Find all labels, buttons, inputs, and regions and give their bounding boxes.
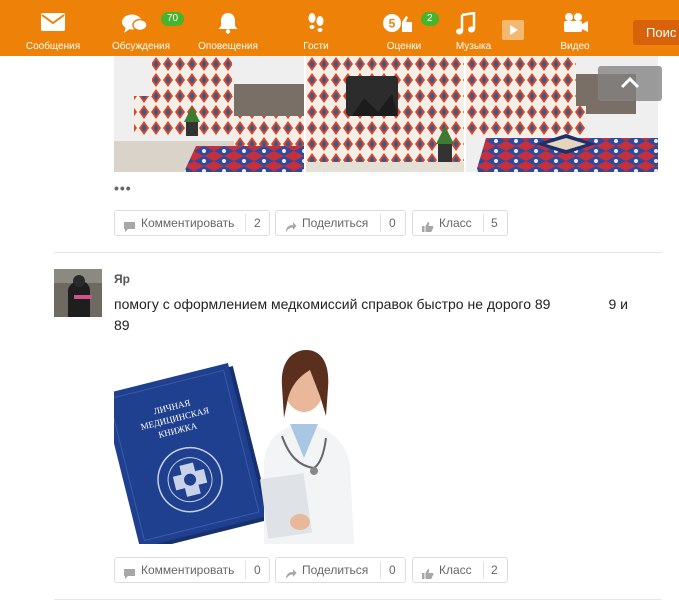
separator — [245, 561, 246, 579]
post-divider — [54, 252, 662, 253]
avatar[interactable] — [54, 269, 102, 317]
play-overlay-icon — [502, 20, 524, 40]
post-photo-2[interactable] — [306, 56, 464, 172]
post-divider — [54, 599, 662, 600]
svg-text:5: 5 — [389, 17, 396, 31]
share-count: 0 — [389, 216, 396, 230]
footprints-icon — [305, 12, 327, 39]
share-label: Поделиться — [302, 216, 369, 230]
discussions-badge: 70 — [161, 12, 185, 26]
nav-messages-label: Сообщения — [25, 41, 81, 52]
feed-content: ••• Комментировать 2 Поделиться 0 Класс … — [0, 56, 679, 614]
post-text-line2: 89 — [114, 317, 130, 333]
like-button[interactable]: Класс 5 — [412, 210, 508, 236]
nav-music[interactable]: Музыка — [441, 0, 511, 56]
comment-icon — [123, 564, 136, 588]
nav-music-label: Музыка — [455, 41, 492, 52]
comment-icon — [123, 217, 136, 241]
envelope-icon — [40, 12, 66, 37]
separator — [380, 561, 381, 579]
share-label: Поделиться — [302, 563, 369, 577]
share-button[interactable]: Поделиться 0 — [275, 557, 406, 583]
comment-count: 2 — [254, 216, 261, 230]
share-button[interactable]: Поделиться 0 — [275, 210, 406, 236]
nav-guests-label: Гости — [303, 41, 329, 52]
post-image-medical-book[interactable]: ЛИЧНАЯ МЕДИЦИНСКАЯ КНИЖКА — [101, 346, 364, 551]
post-author-name[interactable]: Яр — [114, 272, 130, 286]
post-text: помогу с оформлением медкомиссий справок… — [114, 294, 654, 336]
comment-count: 0 — [254, 563, 261, 577]
nav-ratings-label: Оценки — [386, 41, 422, 52]
search-button[interactable]: Поис — [633, 20, 679, 45]
more-text-link[interactable]: ••• — [114, 180, 132, 196]
redacted-phone — [550, 300, 609, 311]
nav-video-label: Видео — [560, 41, 590, 52]
top-navigation-bar: Сообщения 70 Обсуждения Оповещения Гости… — [0, 0, 679, 56]
like-label: Класс — [439, 216, 472, 230]
rating-five-icon: 5 — [382, 12, 414, 41]
like-count: 5 — [491, 216, 498, 230]
nav-video[interactable]: Видео — [540, 0, 610, 56]
nav-messages[interactable]: Сообщения — [18, 0, 88, 56]
like-count: 2 — [491, 563, 498, 577]
chevron-up-icon — [620, 76, 640, 89]
video-camera-icon — [561, 12, 589, 39]
share-count: 0 — [389, 563, 396, 577]
separator — [245, 214, 246, 232]
comment-label: Комментировать — [141, 216, 235, 230]
nav-notifications[interactable]: Оповещения — [193, 0, 263, 56]
share-icon — [284, 564, 297, 588]
ratings-badge: 2 — [421, 12, 439, 26]
comment-button[interactable]: Комментировать 2 — [114, 210, 270, 236]
separator — [483, 561, 484, 579]
scroll-to-top-button[interactable] — [598, 66, 662, 101]
post-photo-1[interactable] — [114, 56, 304, 172]
nav-guests[interactable]: Гости — [281, 0, 351, 56]
comment-button[interactable]: Комментировать 0 — [114, 557, 270, 583]
share-icon — [284, 217, 297, 241]
nav-discussions-label: Обсуждения — [111, 41, 171, 52]
post-text-line1: помогу с оформлением медкомиссий справок… — [114, 296, 551, 312]
like-label: Класс — [439, 563, 472, 577]
separator — [483, 214, 484, 232]
separator — [380, 214, 381, 232]
thumbs-up-icon — [421, 217, 434, 241]
music-note-icon — [455, 11, 477, 41]
comment-label: Комментировать — [141, 563, 235, 577]
like-button[interactable]: Класс 2 — [412, 557, 508, 583]
nav-notifications-label: Оповещения — [198, 41, 258, 52]
nav-discussions[interactable]: 70 Обсуждения — [106, 0, 185, 56]
bell-icon — [217, 12, 239, 39]
thumbs-up-icon — [421, 564, 434, 588]
speech-bubbles-icon — [121, 13, 149, 40]
nav-ratings[interactable]: 5 2 Оценки — [369, 0, 439, 56]
post-text-line1-end: 9 и — [608, 296, 628, 312]
